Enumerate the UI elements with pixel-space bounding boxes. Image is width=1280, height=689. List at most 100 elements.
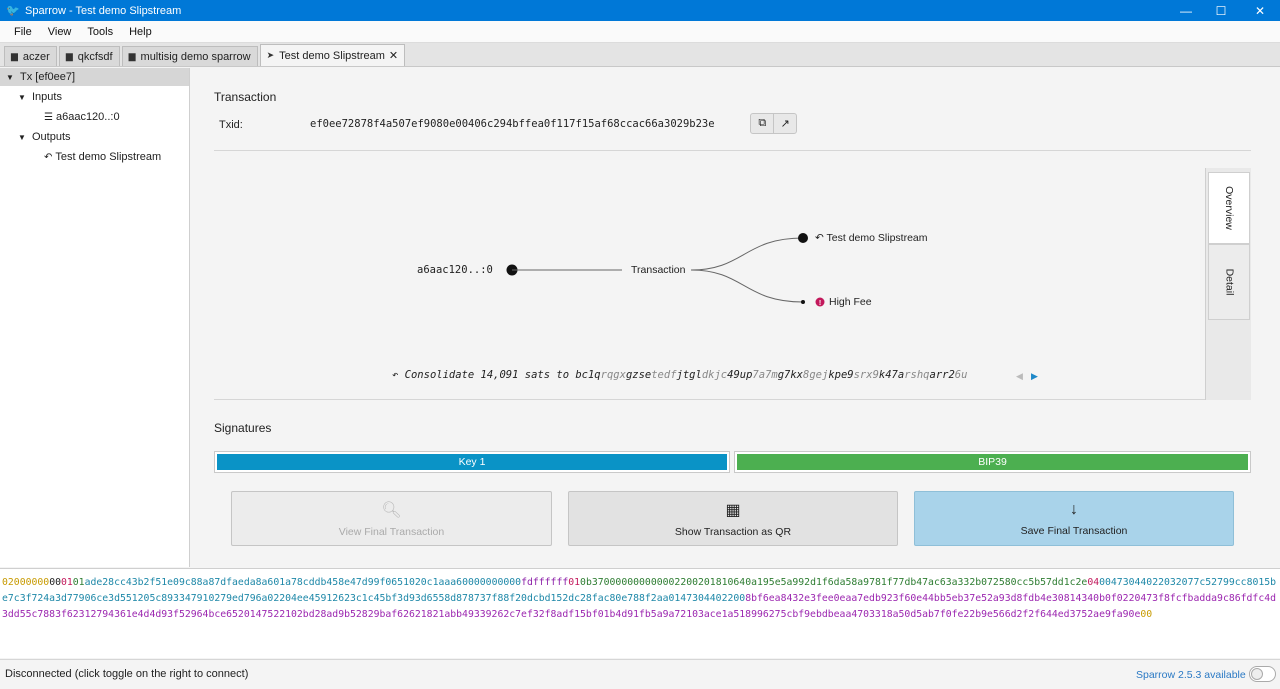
collapse-arrow-icon[interactable]: ▼ [6,73,16,82]
hex-segment: 0000000000 [462,577,522,588]
qr-code-icon: ▦ [725,501,741,519]
save-final-transaction-button[interactable]: ↓ Save Final Transaction [914,491,1234,546]
txid-label: Txid: [219,119,243,131]
signatures-section-title: Signatures [214,421,272,435]
transaction-label: Transaction [631,264,686,276]
wallet-icon: ▆ [11,51,18,61]
toggle-knob [1251,668,1263,680]
consolidate-icon: ↶ [392,369,399,381]
transaction-section-title: Transaction [214,90,277,104]
transaction-tree: ▼ Tx [ef0ee7] ▼ Inputs ☰ a6aac120..:0 ▼ … [0,68,190,567]
external-link-icon[interactable]: ↗ [773,114,796,133]
address-chunk: 6u [954,369,968,381]
tab-overview[interactable]: Overview [1208,172,1250,244]
tab-qkcfsdf[interactable]: ▆ qkcfsdf [58,46,120,66]
output-label[interactable]: ↶ Test demo Slipstream [815,232,928,244]
address-chunk: k47a [878,369,905,381]
previous-arrow-icon[interactable]: ◀ [1016,371,1023,382]
fee-label[interactable]: High Fee [829,296,872,308]
address-chunk: jtgl [676,369,702,381]
tree-item-label: Tx [ef0ee7] [20,71,76,83]
tree-item-tx[interactable]: ▼ Tx [ef0ee7] [0,68,189,86]
coins-icon: ☰ [44,111,53,123]
svg-text:!: ! [819,300,821,307]
minimize-button[interactable]: — [1166,0,1206,21]
divider [214,150,1251,151]
window-title: Sparrow - Test demo Slipstream [25,4,182,17]
signature-key2-fill: BIP39 [737,454,1248,470]
next-arrow-icon[interactable]: ▶ [1031,371,1038,382]
menu-bar: File View Tools Help [0,21,1280,43]
hex-segment: 01 [60,577,73,588]
hex-segment: fdffffff [521,577,569,588]
menu-tools[interactable]: Tools [79,26,121,38]
hex-segment: 00 [49,577,61,588]
maximize-button[interactable]: ☐ [1201,0,1241,21]
arrow-down-icon: ↓ [1070,500,1078,518]
copy-icon[interactable]: ⧉ [751,114,773,133]
fee-line [690,269,804,303]
connection-status: Disconnected (click toggle on the right … [5,668,249,680]
signature-key1-fill: Key 1 [217,454,727,470]
send-icon: ➤ [266,50,275,60]
tab-test-demo-slipstream[interactable]: ➤ Test demo Slipstream ✕ [259,44,406,66]
tab-label: multisig demo sparrow [140,50,251,63]
main-panel: Transaction Txid: ef0ee72878f4a507ef9080… [191,68,1280,567]
consolidate-address[interactable]: bc1qrqgxgzsetedfjtgldkjc49up7a7mg7kx8gej… [575,369,967,381]
tree-item-input[interactable]: ☰ a6aac120..:0 [0,108,189,126]
title-bar: 🐦 Sparrow - Test demo Slipstream — ☐ ✕ [0,0,1280,21]
hex-segment: 02000000 [2,577,50,588]
tab-bar: ▆ aczer ▆ qkcfsdf ▆ multisig demo sparro… [0,43,1280,67]
address-chunk: 7a7m [752,369,778,381]
tree-item-outputs[interactable]: ▼ Outputs [0,128,189,146]
status-bar: Disconnected (click toggle on the right … [0,659,1280,689]
tree-item-inputs[interactable]: ▼ Inputs [0,88,189,106]
tree-item-label: Inputs [32,91,62,103]
txid-value[interactable]: ef0ee72878f4a507ef9080e00406c294bffea0f1… [310,118,715,130]
diagram-lines: ! [506,233,825,307]
transaction-hex[interactable]: 02000000000101ade28cc43b2f51e09c88a87dfa… [0,568,1280,658]
address-chunk: g7kx [777,369,804,381]
fee-node [801,300,805,304]
search-icon: 🔍︎ [381,501,402,519]
address-chunk: rshq [904,369,930,381]
output-node [798,233,808,243]
txid-actions: ⧉ ↗ [750,113,797,134]
wallet-icon: ▆ [65,51,73,61]
connection-toggle[interactable] [1249,666,1276,682]
hex-segment: 10640a195e5a992d1f6da58a9781f77db47ac63a… [721,577,1088,588]
tab-label: aczer [22,50,50,63]
close-window-button[interactable]: ✕ [1240,0,1280,21]
output-line [690,237,804,271]
hex-segment: ade28cc43b2f51e09c88a87dfaeda8a601a78cdd… [84,577,463,588]
collapse-arrow-icon[interactable]: ▼ [18,133,28,142]
close-tab-icon[interactable]: ✕ [389,49,398,62]
address-chunk: arr2 [929,369,955,381]
hex-segment: 04 [1087,577,1100,588]
hex-segment: 0b37000000000000 [580,577,675,588]
address-chunk: rqgx [600,369,626,381]
input-label[interactable]: a6aac120..:0 [417,264,493,276]
tree-item-label: Outputs [32,131,71,143]
tab-multisig-demo-sparrow[interactable]: ▆ multisig demo sparrow [121,46,258,66]
tree-item-label: Test demo Slipstream [55,151,162,163]
address-chunk: gzse [625,369,652,381]
consolidate-summary: ↶ Consolidate 14,091 sats to bc1qrqgxgzs… [392,369,967,381]
tab-aczer[interactable]: ▆ aczer [4,46,57,66]
view-final-transaction-button[interactable]: 🔍︎ View Final Transaction [231,491,552,546]
show-qr-button[interactable]: ▦ Show Transaction as QR [568,491,898,546]
menu-view[interactable]: View [40,26,80,38]
update-available-link[interactable]: Sparrow 2.5.3 available [1136,669,1246,681]
signature-key2: BIP39 [734,451,1251,473]
menu-help[interactable]: Help [121,26,160,38]
tab-detail[interactable]: Detail [1208,244,1250,320]
hex-segment: 01 [72,577,85,588]
address-chunk: bc1q [575,369,601,381]
menu-file[interactable]: File [0,26,40,38]
address-chunk: kpe9 [828,369,854,381]
wallet-icon: ▆ [128,51,136,61]
transaction-diagram: ! a6aac120..:0 Transaction ↶ Test demo S… [214,168,1251,400]
address-chunk: dkjc [701,369,728,381]
collapse-arrow-icon[interactable]: ▼ [18,93,28,102]
tree-item-output[interactable]: ↶ Test demo Slipstream [0,148,189,166]
